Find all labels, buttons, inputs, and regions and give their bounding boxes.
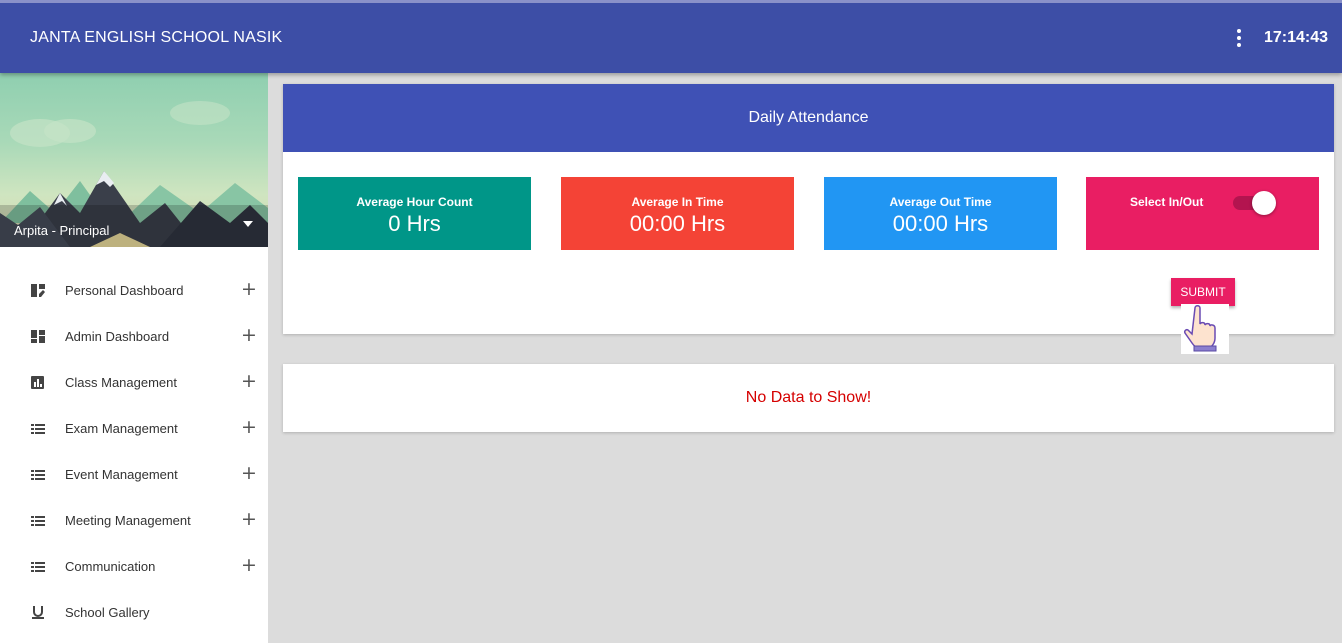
dashboard-edit-icon (31, 284, 45, 297)
list-icon (31, 424, 45, 434)
user-name[interactable]: Arpita - Principal (14, 223, 109, 238)
daily-attendance-card: Daily Attendance Average Hour Count 0 Hr… (283, 84, 1334, 354)
sidebar-item-label: School Gallery (65, 605, 150, 620)
plus-icon[interactable]: + (241, 370, 257, 392)
top-app-bar: JANTA ENGLISH SCHOOL NASIK 17:14:43 (0, 0, 1342, 73)
average-out-time-tile: Average Out Time 00:00 Hrs (824, 177, 1057, 250)
results-card: No Data to Show! (283, 364, 1334, 432)
list-icon (31, 516, 45, 526)
sidebar-item-event-management[interactable]: Event Management + (0, 451, 268, 497)
pointing-hand-icon (1181, 304, 1229, 354)
school-name: JANTA ENGLISH SCHOOL NASIK (30, 29, 283, 46)
sidebar-item-label: Personal Dashboard (65, 283, 184, 298)
dashboard-icon (31, 330, 45, 343)
sidebar-item-communication[interactable]: Communication + (0, 543, 268, 589)
submit-button[interactable]: SUBMIT (1171, 278, 1235, 306)
sidebar-item-label: Class Management (65, 375, 177, 390)
list-icon (31, 470, 45, 480)
sidebar-menu: Personal Dashboard + Admin Dashboard + C… (0, 267, 268, 635)
sidebar-item-label: Exam Management (65, 421, 178, 436)
stat-value: 00:00 Hrs (629, 211, 726, 236)
bar-chart-icon (31, 376, 44, 389)
sidebar-item-label: Admin Dashboard (65, 329, 170, 344)
stat-label: Average Hour Count (356, 195, 473, 209)
in-out-toggle[interactable] (1233, 191, 1276, 215)
sidebar-item-personal-dashboard[interactable]: Personal Dashboard + (0, 267, 268, 313)
stat-label: Average Out Time (889, 195, 992, 209)
sidebar-item-label: Communication (65, 559, 156, 574)
underline-icon (32, 606, 44, 619)
vertical-dots-icon[interactable] (1232, 27, 1246, 51)
empty-message: No Data to Show! (745, 389, 872, 406)
profile-banner: Arpita - Principal (0, 73, 268, 247)
sidebar-item-exam-management[interactable]: Exam Management + (0, 405, 268, 451)
plus-icon[interactable]: + (241, 462, 257, 484)
plus-icon[interactable]: + (241, 416, 257, 438)
caret-down-icon[interactable] (243, 221, 253, 227)
stat-value: 00:00 Hrs (892, 211, 989, 236)
sidebar-item-label: Event Management (65, 467, 178, 482)
average-in-time-tile: Average In Time 00:00 Hrs (561, 177, 794, 250)
stat-label: Average In Time (631, 195, 724, 209)
plus-icon[interactable]: + (241, 508, 257, 530)
sidebar-item-class-management[interactable]: Class Management + (0, 359, 268, 405)
sidebar-item-admin-dashboard[interactable]: Admin Dashboard + (0, 313, 268, 359)
average-hour-count-tile: Average Hour Count 0 Hrs (298, 177, 531, 250)
list-icon (31, 562, 45, 572)
sidebar-item-meeting-management[interactable]: Meeting Management + (0, 497, 268, 543)
select-in-out-tile: Select In/Out (1086, 177, 1319, 250)
plus-icon[interactable]: + (241, 278, 257, 300)
sidebar-item-label: Meeting Management (65, 513, 191, 528)
stat-value: 0 Hrs (388, 211, 441, 236)
toggle-label: Select In/Out (1130, 195, 1204, 209)
card-title: Daily Attendance (283, 84, 1334, 152)
clock: 17:14:43 (1263, 29, 1328, 46)
plus-icon[interactable]: + (241, 324, 257, 346)
plus-icon[interactable]: + (241, 554, 257, 576)
sidebar-item-school-gallery[interactable]: School Gallery (0, 589, 268, 635)
sidebar: Arpita - Principal Personal Dashboard + … (0, 73, 268, 643)
